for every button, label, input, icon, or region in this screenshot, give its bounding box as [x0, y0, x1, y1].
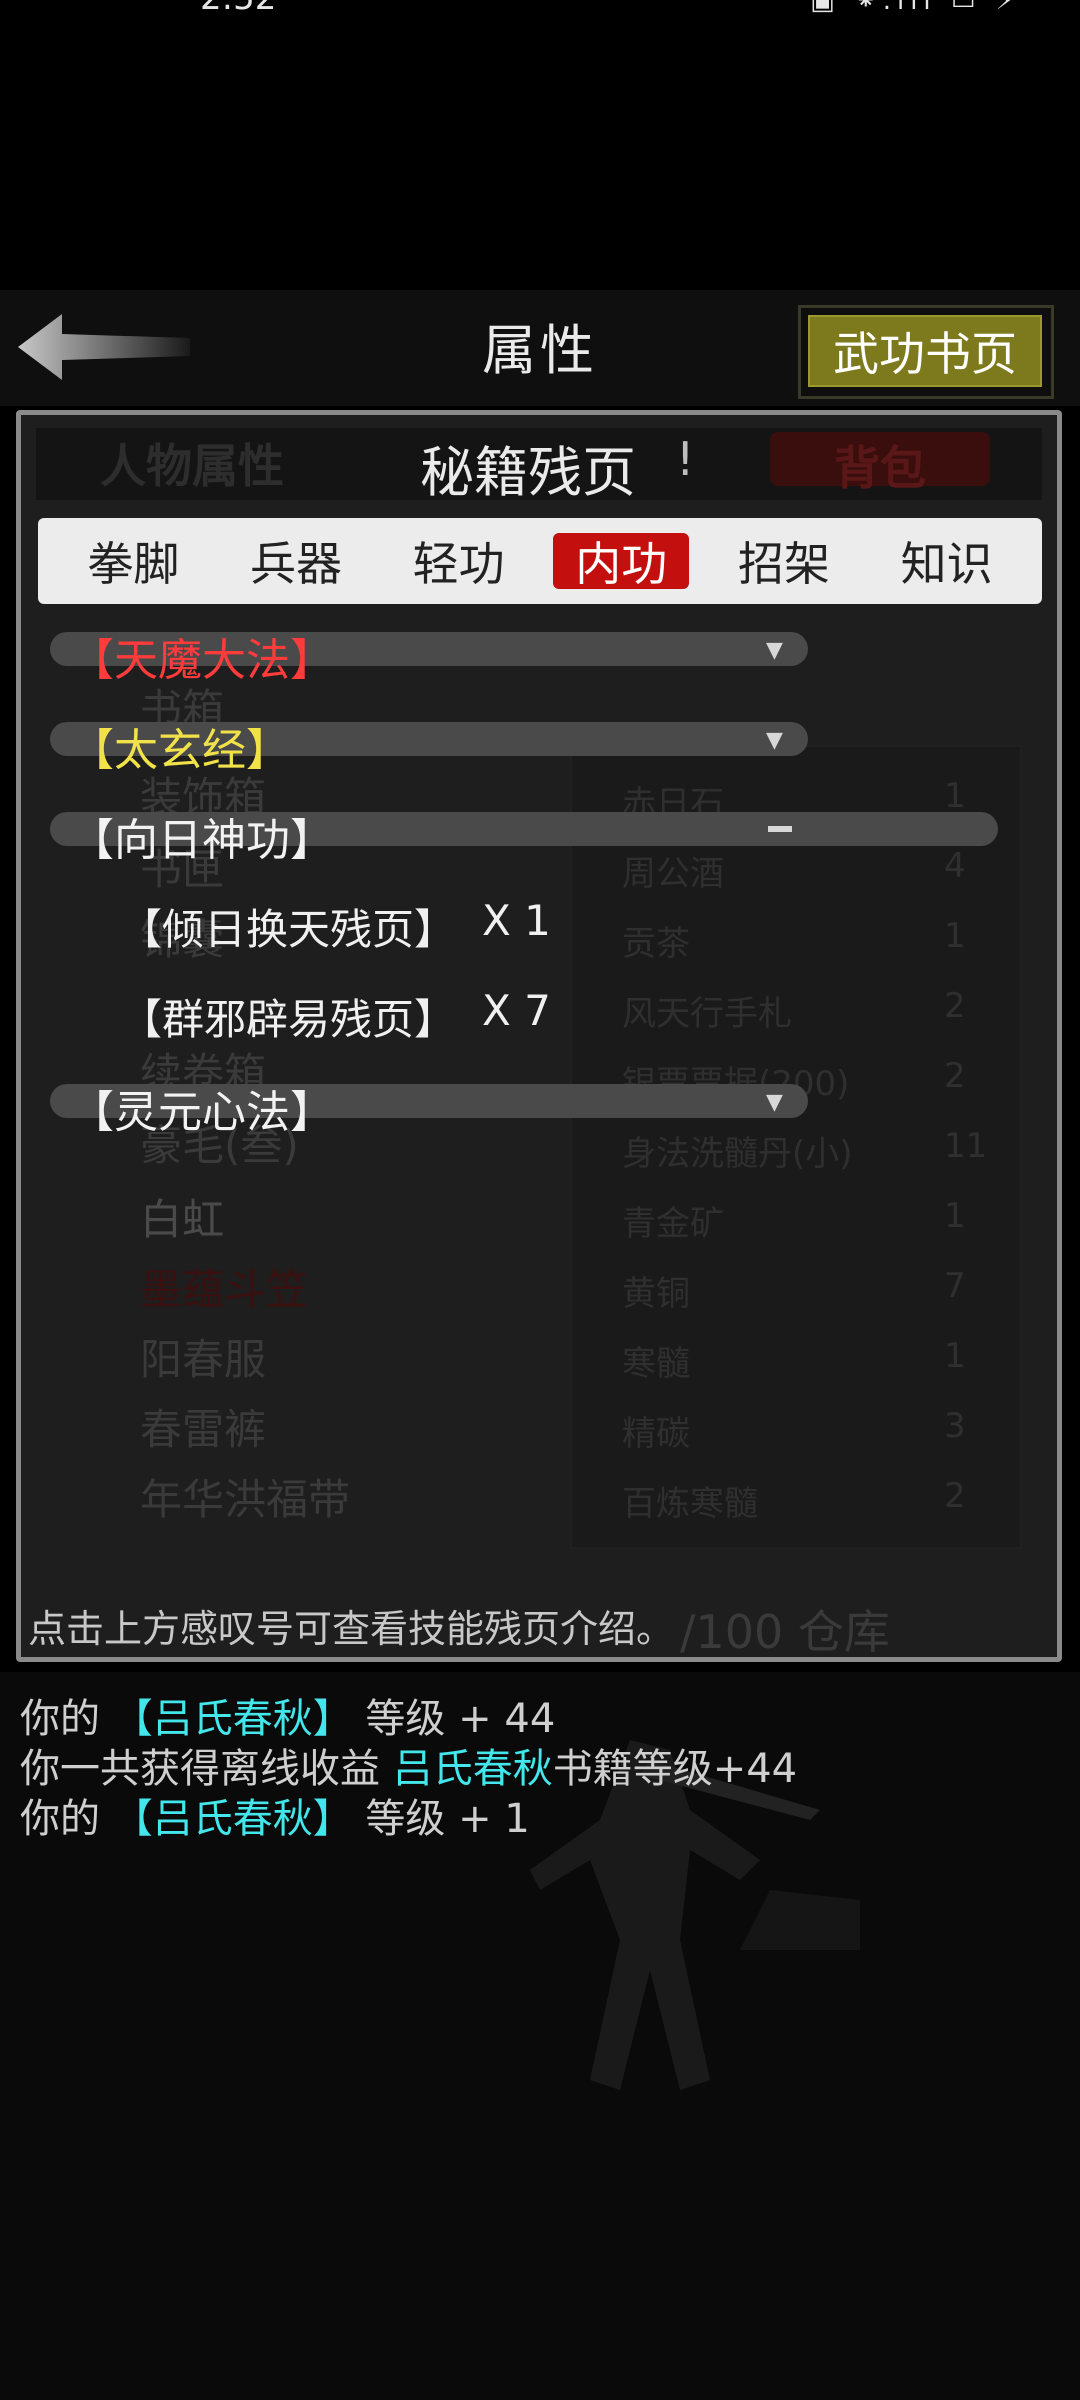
ghost-qty: 3: [944, 1406, 966, 1446]
ghost-item: 风天行手札: [622, 994, 792, 1034]
ghost-item: 阳春服: [140, 1335, 267, 1384]
ghost-item: 寒髓: [622, 1344, 690, 1384]
ghost-item: 身法洗髓丹(小): [622, 1134, 853, 1174]
ghost-item: 年华洪福带: [140, 1475, 351, 1524]
log-suffix: 书籍等级+44: [552, 1746, 798, 1792]
ghost-item: 墨蕴斗笠: [140, 1265, 309, 1314]
ghost-attributes-tab: 人物属性: [100, 439, 284, 493]
status-time: 2:52: [200, 0, 276, 18]
info-exclamation-button[interactable]: !: [676, 432, 694, 486]
ghost-qty: 4: [944, 846, 966, 886]
ghost-item: 黄铜: [622, 1274, 690, 1314]
section-title: 秘籍残页: [420, 441, 636, 504]
ghost-qty: 2: [944, 986, 966, 1026]
skill-name[interactable]: 【灵元心法】: [70, 1076, 334, 1140]
ghost-item: 贡茶: [622, 924, 690, 964]
ghost-qty: 2: [944, 1056, 966, 1096]
chevron-down-icon[interactable]: ▼: [766, 1090, 783, 1115]
collapse-minus-icon[interactable]: [768, 826, 792, 832]
ghost-item: 白虹: [140, 1195, 225, 1244]
page-item-name: 【群邪辟易残页】: [120, 995, 457, 1044]
ghost-qty: 1: [944, 1336, 966, 1376]
ghost-item: 百炼寒髓: [622, 1484, 758, 1524]
status-icons: ▣ ⁕.ıll ▭ ⚡: [810, 0, 1020, 16]
page-item-count: X 7: [482, 986, 551, 1035]
page-item-name: 【倾日换天残页】: [120, 905, 457, 954]
tab-neigong[interactable]: 内功: [553, 533, 690, 591]
ghost-qty: 2: [944, 1476, 966, 1516]
tab-zhaojia[interactable]: 招架: [716, 533, 852, 591]
log-suffix: 等级 + 1: [352, 1796, 530, 1842]
ghost-qty: 1: [944, 1196, 966, 1236]
hint-text: 点击上方感叹号可查看技能残页介绍。: [28, 1607, 675, 1651]
ghost-qty: 1: [944, 916, 966, 956]
ghost-qty: 11: [944, 1126, 988, 1166]
ghost-item: 精碳: [622, 1414, 690, 1454]
chevron-down-icon[interactable]: ▼: [766, 728, 783, 753]
ghost-item: 周公酒: [622, 854, 724, 894]
skill-name[interactable]: 【太玄经】: [70, 714, 290, 778]
category-tabs: 拳脚 兵器 轻功 内功 招架 知识: [38, 518, 1042, 604]
tab-zhishi[interactable]: 知识: [879, 533, 1015, 591]
ghost-bag-tab: 背包: [770, 432, 990, 495]
page-item-count: X 1: [482, 896, 551, 945]
skill-name[interactable]: 【天魔大法】: [70, 624, 334, 688]
ghost-storage: /100 仓库: [680, 1605, 890, 1659]
tab-qinggong[interactable]: 轻功: [391, 533, 527, 591]
skill-name[interactable]: 【向日神功】: [70, 804, 334, 868]
ghost-qty: 1: [944, 776, 966, 816]
ghost-qty: 7: [944, 1266, 966, 1306]
tab-quanjiao[interactable]: 拳脚: [65, 533, 201, 591]
ghost-item: 春雷裤: [140, 1405, 267, 1454]
kungfu-pages-button[interactable]: 武功书页: [808, 315, 1042, 387]
log-prefix: 你的: [20, 1796, 113, 1842]
chevron-down-icon[interactable]: ▼: [766, 638, 783, 663]
log-line: 你的 【吕氏春秋】 等级 + 1: [20, 1786, 530, 1844]
tab-bingqi[interactable]: 兵器: [228, 533, 364, 591]
log-highlight: 【吕氏春秋】: [112, 1796, 353, 1842]
ghost-item: 青金矿: [622, 1204, 724, 1244]
